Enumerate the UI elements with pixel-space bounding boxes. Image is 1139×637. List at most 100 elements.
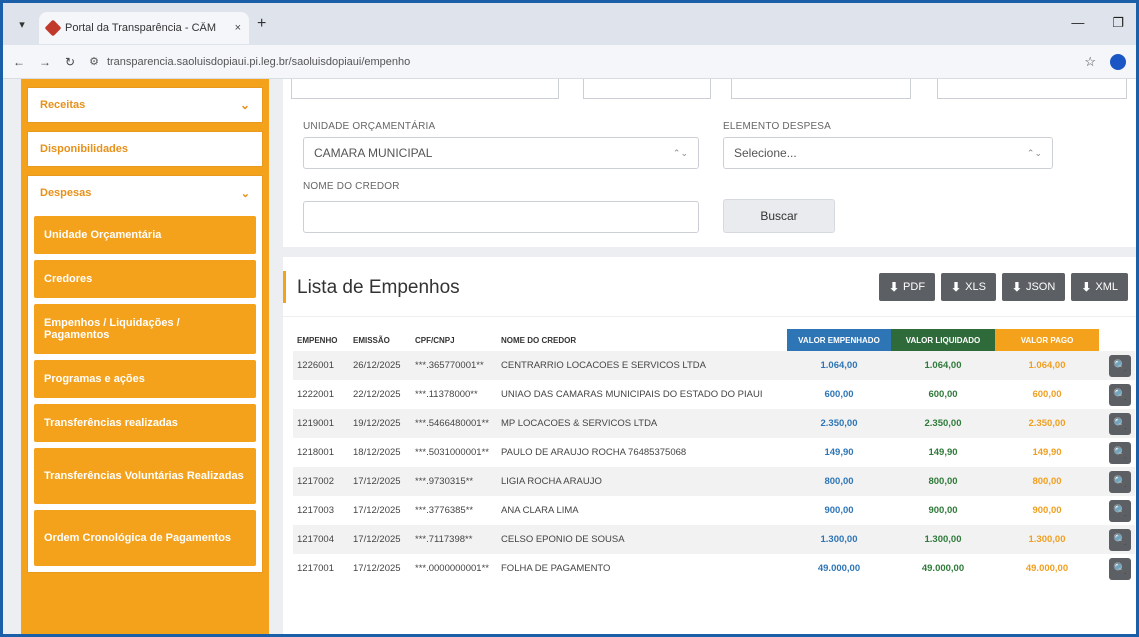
export-xls-button[interactable]: ⬇ XLS [941, 273, 996, 301]
reload-icon[interactable]: ↻ [65, 55, 75, 69]
cell-pago: 149,90 [1032, 447, 1062, 458]
cell-cpf: ***.5031000001** [415, 447, 489, 458]
sidebar-subitem-transferencias-voluntarias[interactable]: Transferências Voluntárias Realizadas [34, 448, 256, 504]
address-bar: ← → ↻ ⚙ transparencia.saoluisdopiaui.pi.… [3, 45, 1136, 79]
view-details-search-icon[interactable]: 🔍 [1109, 412, 1131, 435]
back-icon[interactable]: ← [13, 55, 25, 69]
view-details-search-icon[interactable]: 🔍 [1109, 441, 1131, 464]
url-field[interactable]: ⚙ transparencia.saoluisdopiaui.pi.leg.br… [89, 50, 1070, 74]
sidebar-subitem-credores[interactable]: Credores [34, 260, 256, 298]
elemento-select[interactable]: Selecione... ⌃⌄ [723, 137, 1053, 169]
col-pago: VALOR PAGO [995, 329, 1099, 351]
cell-empenhado: 600,00 [824, 389, 854, 400]
chevron-down-icon: ⌄ [240, 187, 250, 200]
cell-pago: 800,00 [995, 467, 1099, 496]
cell-emissao: 18/12/2025 [353, 447, 401, 458]
tab-close-icon[interactable]: × [235, 22, 241, 34]
cell-actions: 🔍 [1099, 380, 1135, 409]
browser-tab[interactable]: Portal da Transparência - CÂM × [39, 12, 249, 44]
table-header-row: EMPENHO EMISSÃO CPF/CNPJ NOME DO CREDOR … [293, 329, 1135, 351]
export-pdf-button[interactable]: ⬇ PDF [878, 273, 936, 301]
table-row[interactable]: 1226001 26/12/2025 ***.365770001** CENTRARR… [293, 351, 1135, 380]
cell-credor: CELSO EPONIO DE SOUSA [497, 525, 787, 554]
sidebar-subitem-empenhos[interactable]: Empenhos / Liquidações / Pagamentos [34, 304, 256, 354]
credor-label: NOME DO CREDOR [303, 181, 400, 192]
view-details-search-icon[interactable]: 🔍 [1109, 557, 1131, 580]
elemento-label: ELEMENTO DESPESA [723, 121, 832, 132]
download-icon: ⬇ [888, 280, 900, 294]
filter-field-partial[interactable] [937, 79, 1127, 99]
sidebar-item-despesas[interactable]: Despesas ⌄ [28, 176, 262, 210]
table-row[interactable]: 1219001 19/12/2025 ***.5466480001** MP LOCA… [293, 409, 1135, 438]
filter-field-partial[interactable] [291, 79, 559, 99]
sidebar-subitem-programas[interactable]: Programas e ações [34, 360, 256, 398]
select-caret-icon: ⌃⌄ [1026, 147, 1042, 158]
sidebar-subitem-transferencias[interactable]: Transferências realizadas [34, 404, 256, 442]
cell-pago: 49.000,00 [1025, 563, 1069, 574]
cell-liquidado: 800,00 [891, 467, 995, 496]
cell-cpf: ***.3776385** [415, 505, 474, 516]
cell-actions: 🔍 [1099, 525, 1135, 554]
table-row[interactable]: 1217003 17/12/2025 ***.3776385** ANA CLARA … [293, 496, 1135, 525]
tab-search-icon[interactable]: ▾ [11, 13, 33, 35]
export-json-button[interactable]: ⬇ JSON [1001, 273, 1066, 301]
page-title: Lista de Empenhos [297, 277, 460, 298]
minimize-button[interactable]: — [1071, 15, 1084, 31]
table-row[interactable]: 1217001 17/12/2025 ***.0000000001** FOLHA D… [293, 554, 1135, 583]
new-tab-button[interactable]: + [257, 15, 266, 33]
cell-actions: 🔍 [1099, 554, 1135, 583]
credor-input[interactable] [303, 201, 699, 233]
forward-icon[interactable]: → [39, 55, 51, 69]
chevron-down-icon: ⌄ [239, 98, 250, 112]
cell-emissao: 17/12/2025 [349, 525, 411, 554]
cell-cpf: ***.365770001** [411, 351, 497, 380]
profile-avatar[interactable] [1110, 53, 1126, 70]
table-row[interactable]: 1218001 18/12/2025 ***.5031000001** PAULO D… [293, 438, 1135, 467]
cell-liquidado: 600,00 [928, 389, 958, 400]
view-details-search-icon[interactable]: 🔍 [1109, 470, 1131, 493]
sidebar-item-disponibilidades[interactable]: Disponibilidades [27, 131, 263, 167]
view-details-search-icon[interactable]: 🔍 [1109, 528, 1131, 551]
cell-pago: 1.064,00 [995, 351, 1099, 380]
sidebar-subitem-unidade-orcamentaria[interactable]: Unidade Orçamentária [34, 216, 256, 254]
cell-empenho: 1222001 [297, 389, 334, 400]
table-row[interactable]: 1217004 17/12/2025 ***.7117398** CELSO EPON… [293, 525, 1135, 554]
cell-pago: 900,00 [1032, 505, 1062, 516]
sidebar-group-despesas: Despesas ⌄ Unidade Orçamentária Credores… [27, 175, 263, 573]
cell-cpf: ***.11378000** [415, 389, 478, 400]
tab-title: Portal da Transparência - CÂM [65, 22, 217, 34]
export-xml-button[interactable]: ⬇ XML [1071, 273, 1128, 301]
site-info-icon[interactable]: ⚙ [89, 55, 99, 68]
filter-panel: UNIDADE ORÇAMENTÁRIA CAMARA MUNICIPAL ⌃⌄… [283, 79, 1136, 247]
view-details-search-icon[interactable]: 🔍 [1109, 499, 1131, 522]
list-header: Lista de Empenhos ⬇ PDF ⬇ XLS ⬇ JSON ⬇ XML [283, 257, 1136, 317]
page-content: Receitas ⌄ Disponibilidades Despesas ⌄ U… [3, 79, 1136, 634]
table-row[interactable]: 1222001 22/12/2025 ***.11378000** UNIAO DAS… [293, 380, 1135, 409]
cell-empenhado: 49.000,00 [817, 563, 861, 574]
cell-credor: LIGIA ROCHA ARAUJO [497, 467, 787, 496]
unidade-select[interactable]: CAMARA MUNICIPAL ⌃⌄ [303, 137, 699, 169]
elemento-value: Selecione... [734, 146, 797, 160]
sidebar-item-receitas[interactable]: Receitas ⌄ [27, 87, 263, 123]
cell-liquidado: 900,00 [928, 505, 958, 516]
main-content: UNIDADE ORÇAMENTÁRIA CAMARA MUNICIPAL ⌃⌄… [283, 79, 1136, 634]
cell-cpf: ***.9730315** [411, 467, 497, 496]
table-row[interactable]: 1217002 17/12/2025 ***.9730315** LIGIA ROCH… [293, 467, 1135, 496]
cell-credor: FOLHA DE PAGAMENTO [501, 563, 611, 574]
col-empenho: EMPENHO [297, 335, 338, 345]
cell-cpf: ***.0000000001** [415, 563, 489, 574]
buscar-button[interactable]: Buscar [723, 199, 835, 233]
sidebar-subitem-ordem-cronologica[interactable]: Ordem Cronológica de Pagamentos [34, 510, 256, 566]
favicon-icon [44, 19, 62, 37]
bookmark-star-icon[interactable]: ☆ [1084, 54, 1096, 70]
empenhos-table: EMPENHO EMISSÃO CPF/CNPJ NOME DO CREDOR … [293, 329, 1135, 583]
cell-actions: 🔍 [1099, 438, 1135, 467]
cell-empenhado: 2.350,00 [787, 409, 891, 438]
cell-empenhado: 1.064,00 [787, 351, 891, 380]
view-details-search-icon[interactable]: 🔍 [1109, 383, 1131, 406]
view-details-search-icon[interactable]: 🔍 [1109, 354, 1131, 377]
restore-button[interactable]: ❐ [1112, 15, 1124, 31]
filter-field-partial[interactable] [731, 79, 911, 99]
cell-empenho: 1218001 [297, 447, 334, 458]
filter-field-partial[interactable] [583, 79, 711, 99]
